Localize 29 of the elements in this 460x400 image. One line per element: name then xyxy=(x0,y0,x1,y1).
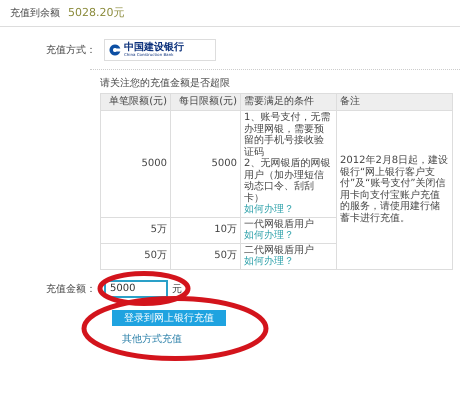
table-cell: 5万 xyxy=(100,217,170,243)
currency-unit: 元 xyxy=(172,282,182,296)
table-cell: 50万 xyxy=(170,243,240,269)
condition-text: 1、账号支付，无需办理网银，需要预留的手机号接收验证码 xyxy=(244,112,332,158)
table-cell: 10万 xyxy=(170,217,240,243)
condition-text: 二代网银盾用户 xyxy=(244,244,315,256)
column-header: 每日限额(元) xyxy=(170,94,240,110)
column-header: 备注 xyxy=(336,94,452,110)
table-cell: 50万 xyxy=(100,243,170,269)
table-cell: 5000 xyxy=(100,110,170,217)
table-cell: 5000 xyxy=(170,110,240,217)
how-to-link[interactable]: 如何办理？ xyxy=(244,230,294,241)
method-label: 充值方式： xyxy=(45,44,97,57)
bank-logo-icon xyxy=(109,44,121,56)
online-banking-button[interactable]: 登录到网上银行充值 xyxy=(112,310,226,326)
how-to-link[interactable]: 如何办理？ xyxy=(244,256,294,267)
column-header: 需要满足的条件 xyxy=(240,94,336,110)
how-to-link[interactable]: 如何办理？ xyxy=(244,204,294,215)
column-header: 单笔限额(元) xyxy=(100,94,170,110)
balance-amount: 5028.20元 xyxy=(68,5,124,20)
limit-notice: 请关注您的充值金额是否超限 xyxy=(100,76,231,90)
amount-field[interactable]: 5000 xyxy=(104,280,168,298)
condition-text: 一代网银盾用户 xyxy=(244,218,315,230)
other-method-link[interactable]: 其他方式充值 xyxy=(122,332,182,346)
bank-name: 中国建设银行 xyxy=(124,43,184,53)
amount-label: 充值金额： xyxy=(45,282,97,296)
condition-text: 2、无网银盾的网银用户（加办理短信动态口令、刮刮卡） xyxy=(244,158,332,204)
balance-label: 充值到余额 xyxy=(10,6,60,20)
remark-cell: 2012年2月8日起，建设银行“网上银行客户支付”及“账号支付”关闭信用卡向支付宝账户充值的服务，请使用建行储蓄卡进行充值。 xyxy=(336,110,452,269)
